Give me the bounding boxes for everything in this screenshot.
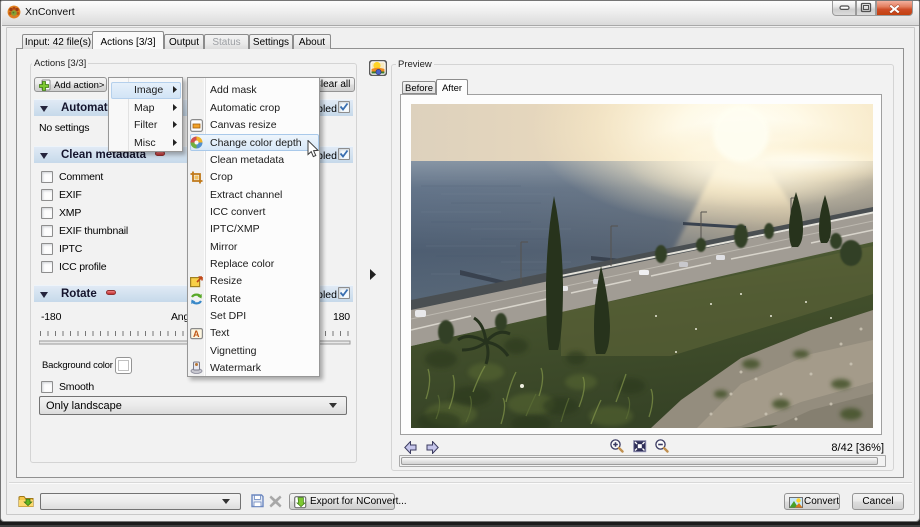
svg-text:A: A	[193, 329, 200, 339]
